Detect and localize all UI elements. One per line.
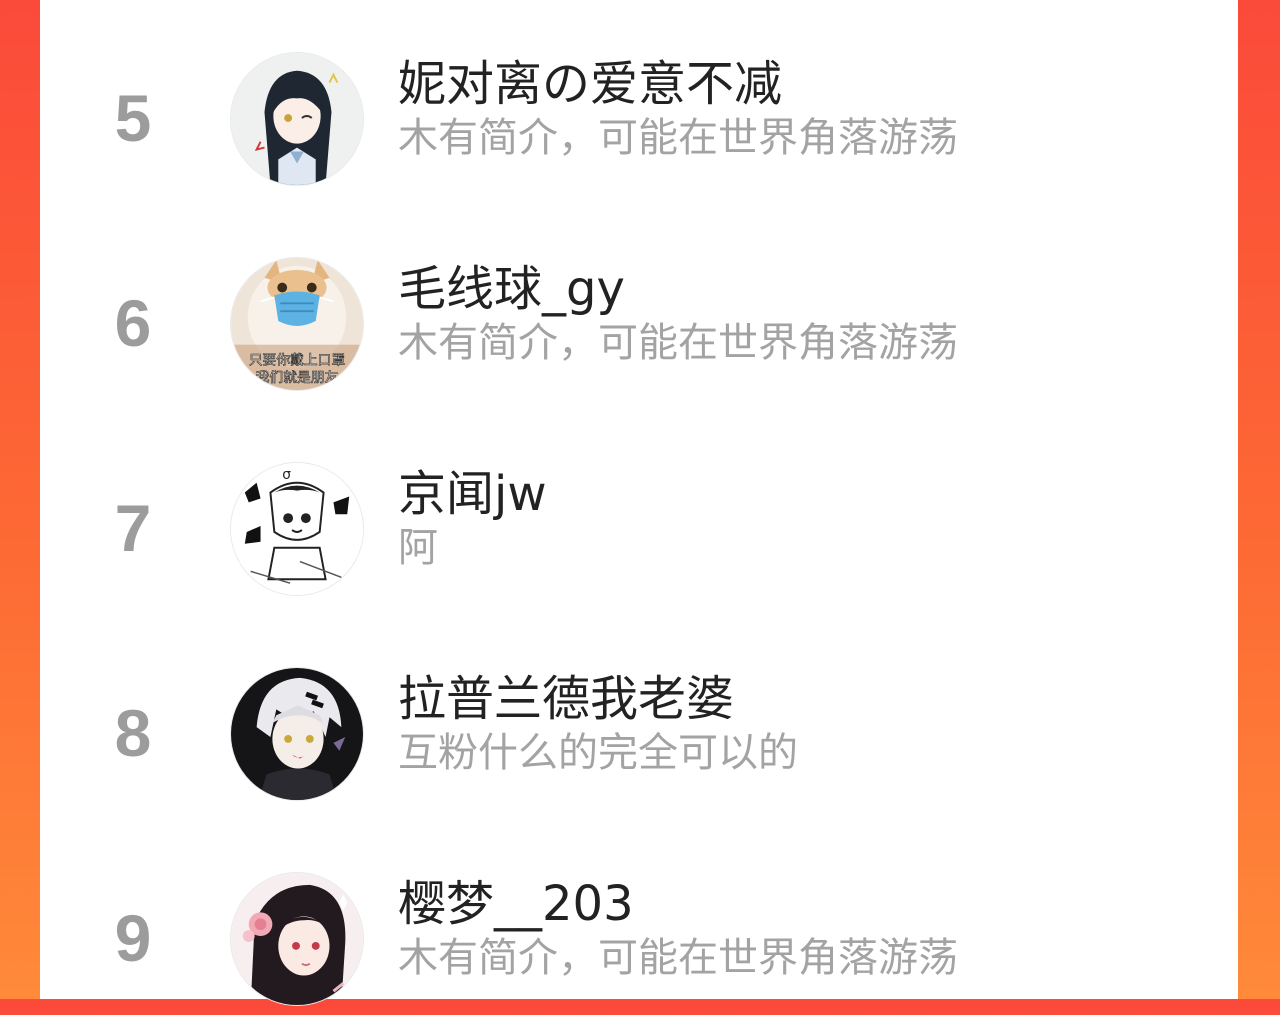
rank-number: 6 — [114, 286, 152, 360]
user-name[interactable]: 拉普兰德我老婆 — [398, 670, 734, 728]
avatar-image: σ — [231, 463, 363, 595]
user-bio: 木有简介，可能在世界角落游荡 — [398, 320, 958, 366]
user-name[interactable]: 京闻jw — [398, 465, 547, 523]
ranking-row[interactable]: 8 拉普兰德我老婆 互粉什么的完全可以的 — [40, 660, 1238, 810]
user-name[interactable]: 妮对离の爱意不减 — [398, 55, 782, 113]
avatar[interactable] — [230, 872, 364, 1006]
avatar[interactable]: σ — [230, 462, 364, 596]
user-bio: 互粉什么的完全可以的 — [398, 730, 798, 776]
avatar[interactable] — [230, 667, 364, 801]
avatar-image: 只要你戴上口罩 我们就是朋友 — [231, 258, 363, 390]
avatar-caption-line-2: 我们就是朋友 — [256, 370, 339, 386]
rank-number: 8 — [114, 696, 152, 770]
ranking-row[interactable]: 6 只要你戴上口罩 我们就是朋友 毛线球_gy 木有简介，可能在世界角落游荡 — [40, 250, 1238, 400]
ranking-panel: 5 妮对离の爱意不减 木有简介，可能在世界角落游荡 6 只要你戴上口罩 我们就是… — [40, 0, 1238, 1006]
rank-number: 9 — [114, 901, 152, 975]
avatar-image — [231, 668, 363, 800]
user-name[interactable]: 毛线球_gy — [398, 260, 625, 318]
user-bio: 木有简介，可能在世界角落游荡 — [398, 935, 958, 981]
ranking-row[interactable]: 5 妮对离の爱意不减 木有简介，可能在世界角落游荡 — [40, 45, 1238, 195]
avatar-caption-line-1: 只要你戴上口罩 — [249, 352, 346, 368]
ranking-row[interactable]: 9 樱梦__203 木有简介，可能在世界角落游荡 — [40, 865, 1238, 1015]
rank-number: 5 — [114, 81, 152, 155]
user-bio: 木有简介，可能在世界角落游荡 — [398, 115, 958, 161]
avatar-image — [231, 53, 363, 185]
user-name[interactable]: 樱梦__203 — [398, 875, 634, 933]
avatar[interactable]: 只要你戴上口罩 我们就是朋友 — [230, 257, 364, 391]
ranking-row[interactable]: 7 σ 京闻jw 阿 — [40, 455, 1238, 605]
rank-number: 7 — [114, 491, 152, 565]
avatar[interactable] — [230, 52, 364, 186]
svg-text:σ: σ — [282, 467, 291, 483]
user-bio: 阿 — [398, 525, 438, 571]
avatar-image — [231, 873, 363, 1005]
